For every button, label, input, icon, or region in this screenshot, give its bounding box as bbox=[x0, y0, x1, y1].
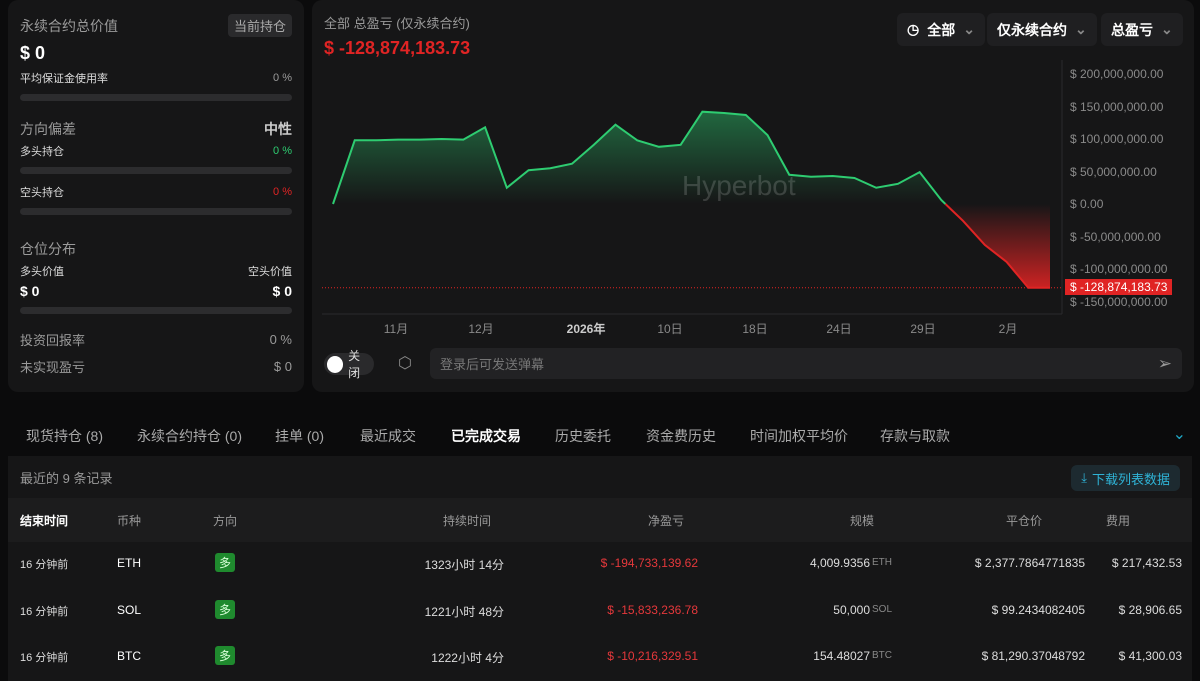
margin-value: 0 % bbox=[273, 72, 292, 84]
danmaku-toggle[interactable]: 关闭 bbox=[324, 349, 374, 380]
size-unit: BTC bbox=[872, 650, 892, 661]
x-tick-label: 12月 bbox=[468, 322, 494, 336]
long-label: 多头持仓 bbox=[20, 146, 64, 158]
margin-label: 平均保证金使用率 bbox=[20, 73, 108, 85]
size: 154.48027 bbox=[813, 649, 870, 663]
bias-label: 方向偏差 bbox=[20, 121, 76, 137]
column-header[interactable]: 持续时间 bbox=[443, 512, 491, 529]
perp-summary-panel: 永续合约总价值 当前持仓 $ 0 平均保证金使用率 0 % 方向偏差 中性 多头持仓 0… bbox=[8, 0, 304, 392]
tab-item[interactable]: 已完成交易 bbox=[451, 426, 521, 446]
tab-item[interactable]: 永续合约持仓 (0) bbox=[137, 426, 242, 446]
column-header[interactable]: 费用 bbox=[1106, 512, 1130, 529]
x-tick-label: 29日 bbox=[910, 322, 936, 336]
close-price: $ 81,290.37048792 bbox=[981, 649, 1085, 663]
completed-trades-table: 最近的 9 条记录 ⤓ 下载列表数据 结束时间 币种 方向 持续时间 净盈亏 规模 平仓价 费用… bbox=[8, 456, 1192, 681]
x-tick-label: 2026年 bbox=[566, 322, 606, 336]
coin[interactable]: SOL bbox=[117, 603, 141, 617]
column-header[interactable]: 币种 bbox=[117, 512, 141, 529]
direction-badge: 多 bbox=[215, 599, 236, 619]
loss-area bbox=[945, 204, 1050, 288]
fee: $ 41,300.03 bbox=[1118, 649, 1182, 663]
duration: 1222小时 4分 bbox=[431, 651, 504, 665]
toggle-knob bbox=[327, 355, 344, 373]
duration: 1221小时 48分 bbox=[424, 604, 504, 619]
net-pnl: $ -194,733,139.62 bbox=[600, 556, 698, 570]
download-icon: ⤓ bbox=[1081, 470, 1087, 485]
close-price: $ 2,377.7864771835 bbox=[974, 556, 1085, 570]
roi-value: 0 % bbox=[269, 332, 292, 347]
pnl-chart-panel: 全部 总盈亏 (仅永续合约) $ -128,874,183.73 ◷ 全部 ⌄ 仅永… bbox=[312, 0, 1194, 392]
upnl-label: 未实现盈亏 bbox=[20, 360, 86, 375]
long-val-label: 多头价值 bbox=[20, 266, 64, 278]
close-price: $ 99.2434082405 bbox=[991, 602, 1085, 617]
tab-item[interactable]: 挂单 (0) bbox=[275, 426, 324, 446]
long-bar bbox=[20, 167, 292, 174]
tab-item[interactable]: 资金费历史 bbox=[646, 426, 716, 446]
bias-value: 中性 bbox=[264, 121, 292, 137]
pnl-chart bbox=[322, 60, 1063, 315]
send-icon[interactable]: ➢ bbox=[1158, 354, 1172, 374]
download-button[interactable]: ⤓ 下载列表数据 bbox=[1071, 465, 1180, 491]
short-val: $ 0 bbox=[272, 283, 292, 299]
fee: $ 217,432.53 bbox=[1111, 556, 1182, 570]
column-header[interactable]: 平仓价 bbox=[1006, 512, 1042, 529]
margin-bar bbox=[20, 94, 292, 101]
size: 50,000 bbox=[833, 602, 870, 617]
size-unit: SOL bbox=[872, 603, 893, 615]
chat-placeholder: 登录后可发送弹幕 bbox=[440, 357, 545, 372]
tab-item[interactable]: 最近成交 bbox=[360, 426, 416, 446]
end-time: 16 分钟前 bbox=[20, 652, 69, 664]
direction-badge: 多 bbox=[215, 553, 236, 572]
duration: 1323小时 14分 bbox=[424, 558, 504, 572]
x-tick-label: 2月 bbox=[998, 322, 1018, 336]
toggle-label: 关闭 bbox=[348, 349, 361, 380]
tab-item[interactable]: 历史委托 bbox=[555, 426, 611, 446]
roi-label: 投资回报率 bbox=[20, 333, 86, 348]
short-label: 空头持仓 bbox=[20, 187, 64, 199]
profit-area bbox=[333, 111, 946, 204]
net-pnl: $ -15,833,236.78 bbox=[607, 602, 698, 617]
direction-badge: 多 bbox=[215, 646, 236, 665]
last-value-label: $ -128,874,183.73 bbox=[1065, 278, 1173, 295]
long-value: 0 % bbox=[273, 145, 292, 157]
settings-icon[interactable]: ⬡ bbox=[398, 353, 412, 373]
end-time: 16 分钟前 bbox=[20, 559, 69, 571]
chevron-down-icon[interactable]: ⌄ bbox=[1173, 424, 1186, 444]
short-val-label: 空头价值 bbox=[248, 266, 292, 278]
record-count: 最近的 9 条记录 bbox=[20, 471, 113, 486]
perp-total-label: 永续合约总价值 bbox=[20, 17, 118, 34]
column-header[interactable]: 净盈亏 bbox=[648, 512, 684, 529]
column-header[interactable]: 结束时间 bbox=[20, 512, 68, 529]
x-tick-label: 10日 bbox=[657, 322, 683, 336]
short-bar bbox=[20, 208, 292, 215]
fee: $ 28,906.65 bbox=[1118, 602, 1182, 617]
short-value: 0 % bbox=[273, 186, 292, 198]
dist-label: 仓位分布 bbox=[20, 241, 76, 257]
long-val: $ 0 bbox=[20, 283, 40, 299]
x-tick-label: 24日 bbox=[826, 322, 852, 336]
tab-item[interactable]: 时间加权平均价 bbox=[750, 426, 848, 446]
perp-total-value: $ 0 bbox=[20, 43, 46, 63]
tab-item[interactable]: 现货持仓 (8) bbox=[26, 426, 103, 446]
chat-input[interactable]: 登录后可发送弹幕 ➢ bbox=[430, 348, 1182, 379]
x-tick-label: 18日 bbox=[742, 322, 768, 336]
download-label: 下载列表数据 bbox=[1091, 471, 1170, 487]
size: 4,009.9356 bbox=[809, 556, 870, 570]
current-positions-tag[interactable]: 当前持仓 bbox=[227, 14, 292, 37]
upnl-value: $ 0 bbox=[273, 359, 292, 374]
dist-bar bbox=[20, 307, 292, 314]
tab-item[interactable]: 存款与取款 bbox=[880, 426, 950, 446]
x-tick-label: 11月 bbox=[383, 322, 409, 336]
size-unit: ETH bbox=[872, 557, 892, 568]
column-header[interactable]: 规模 bbox=[850, 512, 874, 529]
coin[interactable]: BTC bbox=[117, 649, 141, 663]
net-pnl: $ -10,216,329.51 bbox=[607, 649, 698, 663]
coin[interactable]: ETH bbox=[117, 556, 141, 570]
end-time: 16 分钟前 bbox=[20, 605, 69, 618]
column-header[interactable]: 方向 bbox=[213, 512, 237, 529]
tab-bar: 现货持仓 (8) 永续合约持仓 (0) 挂单 (0) 最近成交 已完成交易 历史委托 资金费… bbox=[0, 418, 1200, 454]
